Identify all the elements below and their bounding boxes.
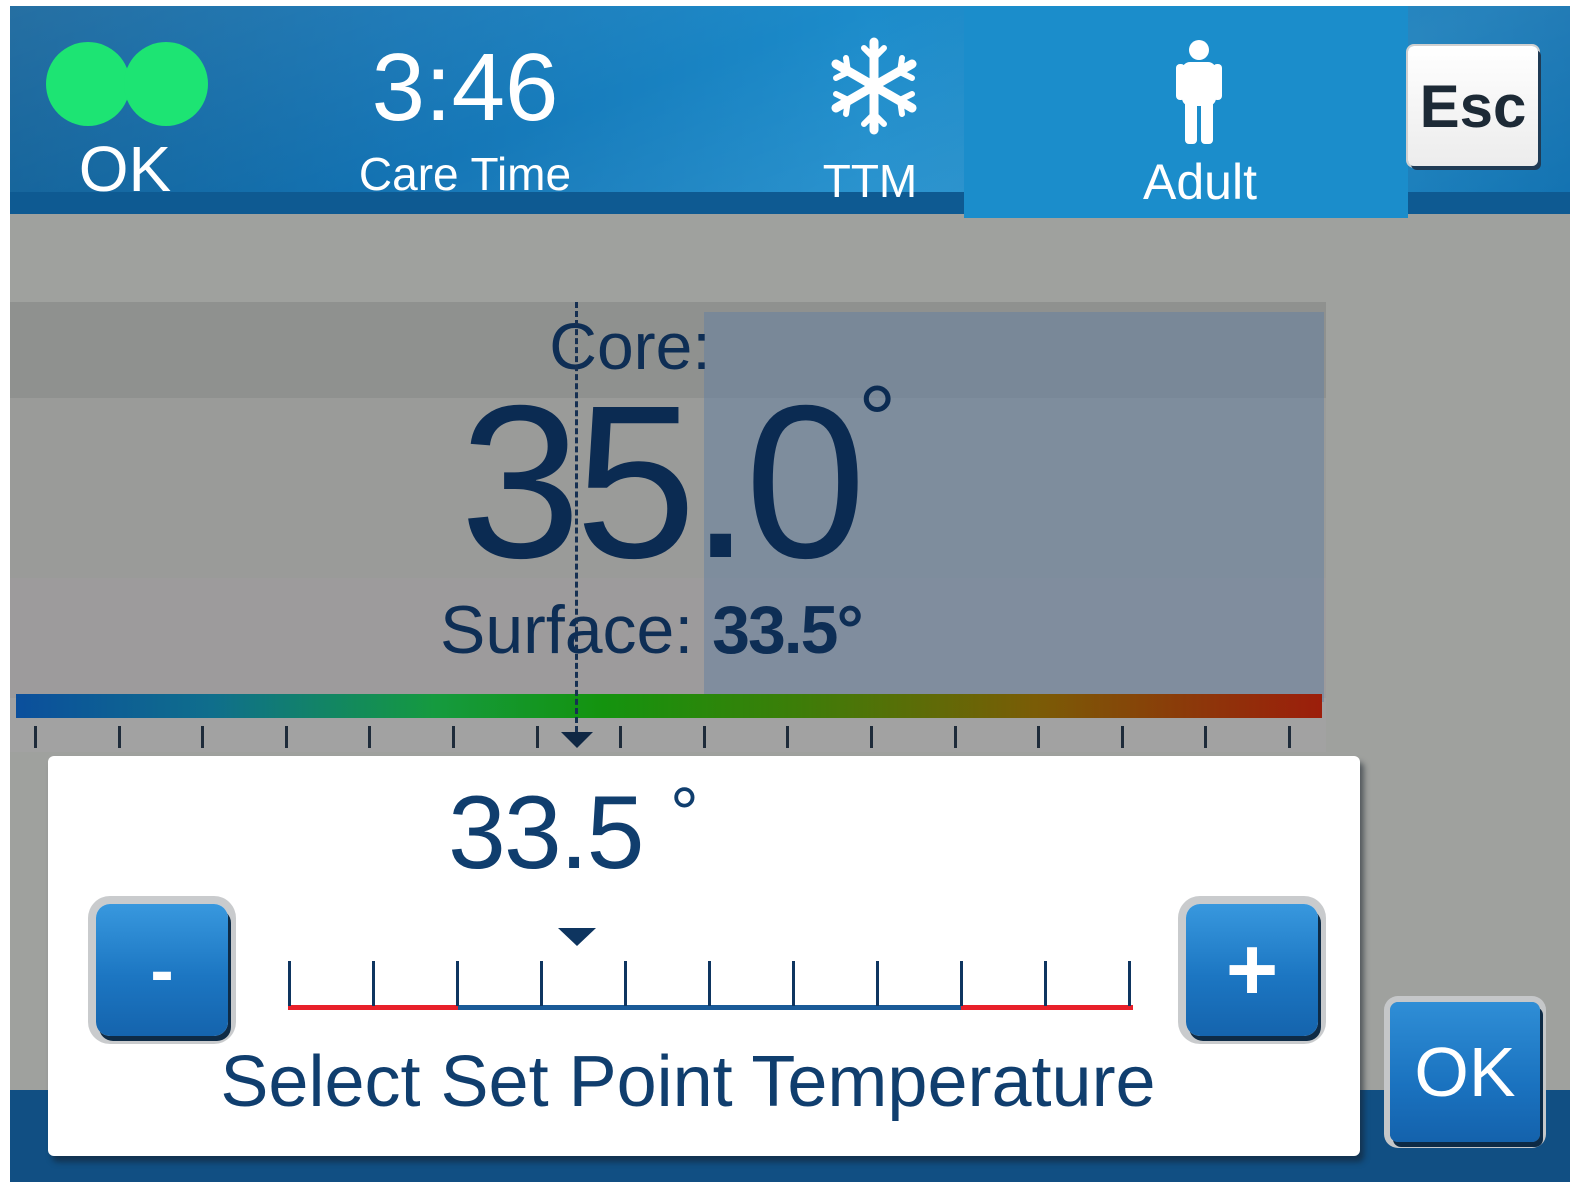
- person-icon: [1176, 40, 1222, 144]
- setpoint-tick: [876, 961, 879, 1006]
- scale-tick: [284, 726, 288, 748]
- setpoint-tick: [540, 961, 543, 1006]
- ok-button[interactable]: OK: [1390, 1002, 1540, 1142]
- setpoint-tick: [372, 961, 375, 1006]
- scale-tick: [117, 726, 121, 748]
- setpoint-tick: [1128, 961, 1131, 1006]
- setpoint-tick: [960, 961, 963, 1006]
- scale-tick: [786, 726, 790, 748]
- scale-tick: [368, 726, 372, 748]
- dialog-title: Select Set Point Temperature: [220, 1042, 1156, 1122]
- esc-button[interactable]: Esc: [1408, 46, 1538, 166]
- status-indicator: [46, 42, 208, 126]
- care-time-label: Care Time: [358, 148, 572, 200]
- status-dot-icon: [124, 42, 208, 126]
- setpoint-tick: [1044, 961, 1047, 1006]
- scale-tick: [1204, 726, 1208, 748]
- temperature-gradient-bar: [16, 694, 1322, 718]
- status-dot-icon: [46, 42, 130, 126]
- core-degree-symbol: °: [858, 366, 897, 473]
- high-limit-range: [961, 1005, 1133, 1010]
- setpoint-tick: [792, 961, 795, 1006]
- device-screen: OK 3:46 Care Time TTM Adult Esc Core: 35…: [10, 6, 1570, 1182]
- surface-label: Surface:: [440, 592, 694, 668]
- care-time-value: 3:46: [371, 34, 559, 141]
- setpoint-marker-icon[interactable]: [558, 928, 596, 946]
- setpoint-tick: [708, 961, 711, 1006]
- setpoint-degree-symbol: °: [670, 774, 699, 854]
- scale-tick: [452, 726, 455, 748]
- setpoint-tick: [456, 961, 459, 1006]
- snowflake-icon: [831, 37, 917, 135]
- surface-temperature-value: 33.5°: [712, 592, 864, 668]
- scale-tick: [702, 726, 706, 748]
- setpoint-tick: [288, 961, 291, 1006]
- patient-type-label: Adult: [1143, 154, 1257, 210]
- surface-temperature-row: Surface: 33.5°: [440, 592, 960, 668]
- scale-tick: [1288, 726, 1291, 748]
- core-marker-icon: [561, 732, 593, 748]
- scale-tick: [619, 726, 623, 748]
- setpoint-value: 33.5: [448, 775, 644, 891]
- scale-tick: [953, 726, 957, 748]
- setpoint-slider[interactable]: [288, 961, 1138, 1021]
- mode-label: TTM: [822, 155, 918, 207]
- core-marker-line: [575, 302, 578, 732]
- scale-tick: [870, 726, 873, 748]
- increase-button[interactable]: +: [1186, 904, 1318, 1036]
- setpoint-dialog: 33.5 ° - + Select Set Point Temperature: [48, 756, 1360, 1156]
- scale-tick: [1120, 726, 1124, 748]
- decrease-button[interactable]: -: [96, 904, 228, 1036]
- scale-tick: [34, 726, 37, 748]
- scale-tick: [1037, 726, 1041, 748]
- core-temperature-value: 35.0: [459, 361, 866, 604]
- status-label: OK: [78, 133, 172, 205]
- setpoint-tick: [624, 961, 627, 1006]
- temperature-scale-ticks: [10, 722, 1326, 752]
- scale-tick: [201, 726, 205, 748]
- scale-tick: [535, 726, 539, 748]
